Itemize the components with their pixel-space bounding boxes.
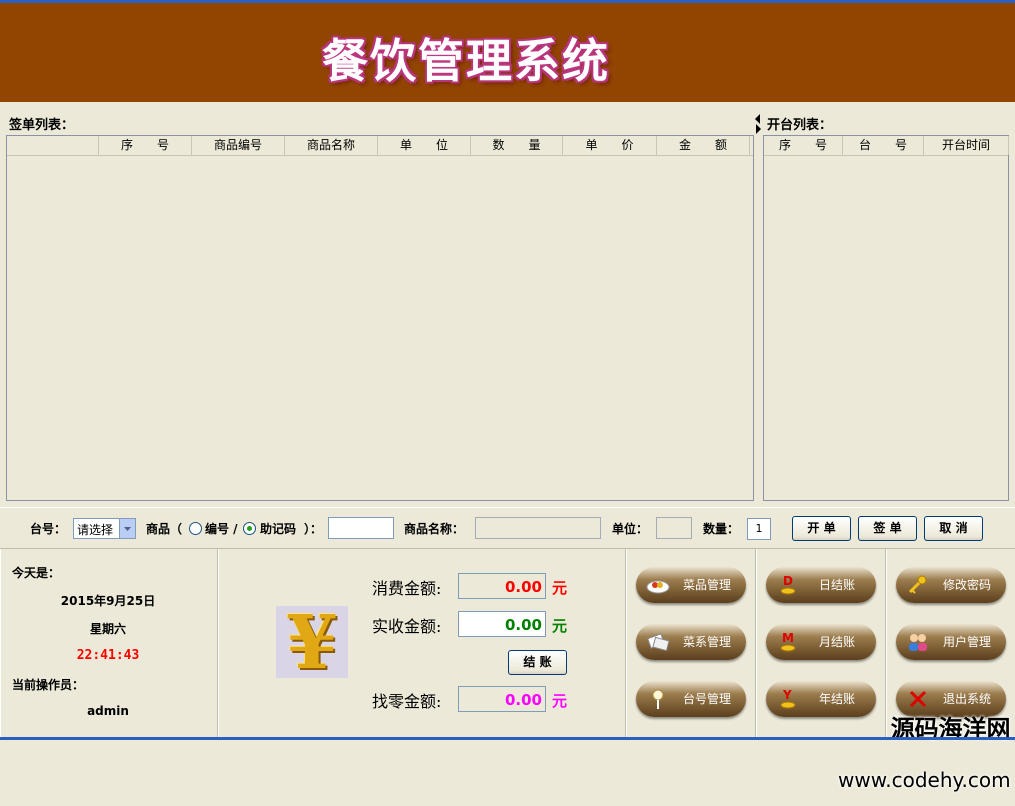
change-password-button[interactable]: 修改密码	[896, 567, 1006, 603]
unit-label: 单位：	[612, 522, 649, 536]
received-currency: 元	[552, 617, 568, 635]
current-date: 2015年9月25日	[60, 594, 156, 608]
order-col-seq[interactable]: 序 号	[99, 136, 192, 155]
user-management-button[interactable]: 用户管理	[896, 624, 1006, 660]
current-weekday: 星期六	[89, 622, 126, 636]
radio-mnemonic-code-label[interactable]: 助记码	[260, 520, 296, 537]
yearly-coins-icon: Y	[780, 688, 796, 709]
dish-management-button[interactable]: 菜品管理	[636, 567, 746, 603]
table-col-seq[interactable]: 序 号	[764, 136, 843, 155]
order-col-name[interactable]: 商品名称	[285, 136, 378, 155]
paren-close-label: ）：	[304, 522, 323, 536]
radio-product-code[interactable]	[189, 522, 202, 535]
operator-name: admin	[87, 704, 129, 718]
radio-selected-dot	[247, 526, 252, 531]
order-col-code[interactable]: 商品编号	[192, 136, 285, 155]
table-no-select-value: 请选择	[77, 523, 114, 537]
dish-management-label: 菜品管理	[682, 578, 731, 592]
daily-settlement-label: 日结账	[818, 578, 855, 592]
consume-currency: 元	[552, 579, 568, 597]
svg-text:M: M	[782, 631, 794, 645]
table-pin-icon	[652, 689, 664, 709]
category-management-label: 菜系管理	[682, 635, 731, 649]
product-label: 商品（	[146, 522, 183, 536]
site-watermark: 源码海洋网 www.codehy.com	[838, 681, 1011, 806]
yen-icon: ¥	[276, 600, 348, 686]
table-management-button[interactable]: 台号管理	[636, 681, 746, 717]
sign-order-button[interactable]: 签 单	[858, 516, 917, 541]
header-banner: 餐饮管理系统	[0, 3, 1015, 102]
order-col-unit[interactable]: 单 位	[378, 136, 471, 155]
monthly-coins-icon: M	[780, 631, 796, 652]
app-title: 餐饮管理系统	[322, 34, 610, 88]
consume-amount-label: 消费金额:	[372, 579, 442, 598]
consume-amount-field: 0.00	[458, 573, 546, 599]
received-amount-label: 实收金额:	[372, 617, 442, 636]
order-col-price[interactable]: 单 价	[563, 136, 657, 155]
received-amount-input[interactable]: 0.00	[458, 611, 546, 637]
table-col-open-time[interactable]: 开台时间	[924, 136, 1009, 155]
table-list-header: 序 号 台 号 开台时间	[764, 136, 1009, 156]
daily-settlement-button[interactable]: D 日结账	[766, 567, 876, 603]
svg-text:D: D	[783, 574, 793, 588]
quantity-input[interactable]: 1	[747, 518, 771, 540]
monthly-settlement-label: 月结账	[818, 635, 855, 649]
change-currency: 元	[552, 692, 568, 710]
change-amount-field: 0.00	[458, 686, 546, 712]
chevron-down-icon[interactable]	[119, 519, 135, 538]
order-col-indicator[interactable]	[7, 136, 99, 155]
open-order-button[interactable]: 开 单	[792, 516, 851, 541]
operator-label: 当前操作员：	[12, 678, 85, 692]
menu-cards-icon	[647, 633, 670, 652]
table-list-label: 开台列表：	[767, 118, 833, 133]
table-list-grid[interactable]: 序 号 台 号 开台时间	[763, 135, 1009, 501]
svg-text:Y: Y	[782, 688, 792, 702]
change-password-label: 修改密码	[942, 578, 991, 592]
order-list-header: 序 号 商品编号 商品名称 单 位 数 量 单 价 金 额	[7, 136, 753, 156]
change-amount-label: 找零金额:	[372, 692, 442, 711]
user-management-label: 用户管理	[942, 635, 991, 649]
category-management-button[interactable]: 菜系管理	[636, 624, 746, 660]
users-icon	[909, 634, 927, 651]
radio-product-code-label[interactable]: 编号 /	[205, 520, 238, 537]
daily-coins-icon: D	[780, 574, 796, 595]
product-code-input[interactable]	[328, 517, 394, 539]
radio-mnemonic-code[interactable]	[243, 522, 256, 535]
key-icon	[908, 575, 927, 594]
quantity-label: 数量：	[703, 522, 740, 536]
table-management-label: 台号管理	[682, 692, 731, 706]
table-no-label: 台号：	[30, 522, 67, 536]
panel-splitter[interactable]	[754, 112, 762, 136]
monthly-settlement-button[interactable]: M 月结账	[766, 624, 876, 660]
splitter-arrows-icon	[755, 114, 761, 134]
order-col-amount[interactable]: 金 额	[657, 136, 750, 155]
order-list-label: 签单列表：	[9, 118, 75, 133]
table-col-number[interactable]: 台 号	[843, 136, 924, 155]
checkout-button[interactable]: 结 账	[508, 650, 567, 675]
cancel-button[interactable]: 取 消	[924, 516, 983, 541]
product-name-label: 商品名称：	[404, 522, 465, 536]
unit-field	[656, 517, 692, 539]
table-no-select[interactable]: 请选择	[73, 518, 136, 539]
order-col-quantity[interactable]: 数 量	[471, 136, 563, 155]
dish-plate-icon	[646, 580, 670, 594]
current-time: 22:41:43	[76, 648, 140, 663]
watermark-line2: www.codehy.com	[838, 768, 1011, 792]
product-name-field	[475, 517, 601, 539]
order-list-grid[interactable]: 序 号 商品编号 商品名称 单 位 数 量 单 价 金 额	[6, 135, 754, 501]
today-label: 今天是：	[12, 566, 61, 580]
